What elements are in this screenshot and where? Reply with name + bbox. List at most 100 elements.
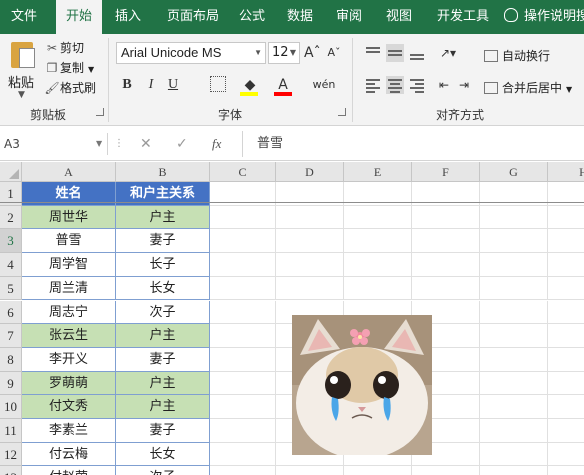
cell[interactable] (412, 276, 480, 301)
name-cell[interactable]: 周志宁 (22, 300, 116, 325)
row-header-12[interactable]: 12 (0, 442, 22, 467)
worksheet-grid[interactable]: A B C D E F G H 1 姓名 和户主关系 2 周世华 户主 3 普雪 妻子 4 周学智 长子 5 周兰清 长女 6… (0, 162, 584, 475)
wrap-text-button[interactable]: 自动换行 (484, 46, 550, 66)
clipboard-launcher-icon[interactable] (96, 108, 104, 116)
cell[interactable] (210, 347, 276, 372)
cell[interactable] (210, 324, 276, 348)
cell[interactable] (548, 443, 584, 467)
cell[interactable] (480, 371, 548, 396)
name-box[interactable]: A3 (0, 133, 108, 155)
column-header-e[interactable]: E (344, 162, 412, 182)
increase-font-size-button[interactable]: Aˆ (304, 42, 321, 64)
cell[interactable] (548, 419, 584, 443)
cell[interactable] (480, 324, 548, 348)
row-header-13[interactable]: 13 (0, 466, 22, 475)
cell[interactable] (276, 205, 344, 230)
bold-button[interactable]: B (118, 74, 136, 96)
cell[interactable] (480, 419, 548, 443)
cell[interactable] (548, 253, 584, 277)
column-header-g[interactable]: G (480, 162, 548, 182)
copy-button[interactable]: ❐ 复制 ▼ (44, 58, 95, 78)
row-header-4[interactable]: 4 (0, 253, 22, 277)
formula-input[interactable]: 普雪 (242, 131, 584, 157)
column-header-c[interactable]: C (210, 162, 276, 182)
name-cell[interactable]: 付云梅 (22, 442, 116, 467)
cell[interactable] (276, 466, 344, 475)
relation-cell[interactable]: 妻子 (116, 419, 210, 443)
cell[interactable] (344, 466, 412, 475)
tab-data[interactable]: 数据 (281, 0, 319, 34)
font-size-select[interactable]: 12 ▼ (268, 42, 300, 64)
cell[interactable] (210, 419, 276, 443)
cancel-entry-icon[interactable]: ✕ (140, 133, 152, 155)
cell[interactable] (412, 205, 480, 230)
cell[interactable] (344, 253, 412, 277)
cell[interactable] (480, 466, 548, 475)
tab-file[interactable]: 文件 (0, 0, 48, 34)
cell[interactable] (412, 253, 480, 277)
cell[interactable] (210, 205, 276, 230)
align-left-icon[interactable] (364, 76, 382, 94)
align-bottom-icon[interactable] (408, 44, 426, 62)
row-header-5[interactable]: 5 (0, 276, 22, 301)
decrease-indent-icon[interactable]: ⇤ (436, 74, 452, 96)
cell[interactable] (344, 276, 412, 301)
increase-indent-icon[interactable]: ⇥ (456, 74, 472, 96)
cell[interactable] (548, 229, 584, 254)
select-all-button[interactable] (0, 162, 22, 182)
align-top-icon[interactable] (364, 44, 382, 62)
relation-cell[interactable]: 次子 (116, 466, 210, 475)
relation-cell[interactable]: 户主 (116, 395, 210, 419)
crying-cat-image[interactable] (292, 315, 432, 455)
cell[interactable] (412, 466, 480, 475)
phonetic-guide-button[interactable]: wén (312, 74, 336, 96)
cell[interactable] (210, 276, 276, 301)
relation-cell[interactable]: 妻子 (116, 347, 210, 372)
paste-button[interactable]: 粘贴 ▼ (4, 38, 40, 100)
name-cell[interactable]: 李素兰 (22, 419, 116, 443)
decrease-font-size-button[interactable]: Aˇ (326, 42, 342, 64)
name-cell[interactable]: 罗萌萌 (22, 371, 116, 396)
cell[interactable] (480, 229, 548, 254)
name-cell[interactable]: 周学智 (22, 253, 116, 277)
name-cell[interactable]: 周兰清 (22, 276, 116, 301)
cut-button[interactable]: ✂ 剪切 (44, 38, 84, 58)
relation-cell[interactable]: 次子 (116, 300, 210, 325)
column-header-a[interactable]: A (22, 162, 116, 182)
row-header-9[interactable]: 9 (0, 371, 22, 396)
cell[interactable] (344, 205, 412, 230)
cell[interactable] (210, 229, 276, 254)
borders-icon[interactable] (210, 76, 226, 92)
text-orientation-icon[interactable]: ↗▾ (436, 42, 460, 64)
align-right-icon[interactable] (408, 76, 426, 94)
cell[interactable] (480, 442, 548, 467)
name-cell[interactable]: 张云生 (22, 324, 116, 348)
column-header-d[interactable]: D (276, 162, 344, 182)
row-header-2[interactable]: 2 (0, 205, 22, 230)
row-header-10[interactable]: 10 (0, 395, 22, 419)
relation-cell[interactable]: 长子 (116, 253, 210, 277)
cell[interactable] (276, 253, 344, 277)
tab-review[interactable]: 审阅 (330, 0, 368, 34)
chevron-down-icon[interactable]: ▼ (96, 133, 102, 155)
row-header-3[interactable]: 3 (0, 229, 22, 254)
relation-cell[interactable]: 长女 (116, 276, 210, 301)
merge-center-button[interactable]: 合并后居中 ▼ (484, 78, 572, 98)
font-name-select[interactable]: Arial Unicode MS ▼ (116, 42, 266, 64)
cell[interactable] (480, 205, 548, 230)
row-header-11[interactable]: 11 (0, 419, 22, 443)
relation-cell[interactable]: 户主 (116, 205, 210, 230)
cell[interactable] (480, 276, 548, 301)
align-center-icon[interactable] (386, 76, 404, 94)
font-launcher-icon[interactable] (338, 108, 346, 116)
cell[interactable] (548, 206, 584, 230)
tell-me-search[interactable]: 操作说明搜 (504, 0, 584, 34)
underline-button[interactable]: U (164, 74, 182, 96)
cell[interactable] (480, 253, 548, 277)
tab-home[interactable]: 开始 (56, 0, 102, 34)
tab-view[interactable]: 视图 (380, 0, 418, 34)
cell[interactable] (210, 466, 276, 475)
cell[interactable] (548, 348, 584, 372)
column-header-b[interactable]: B (116, 162, 210, 182)
cell[interactable] (276, 229, 344, 254)
